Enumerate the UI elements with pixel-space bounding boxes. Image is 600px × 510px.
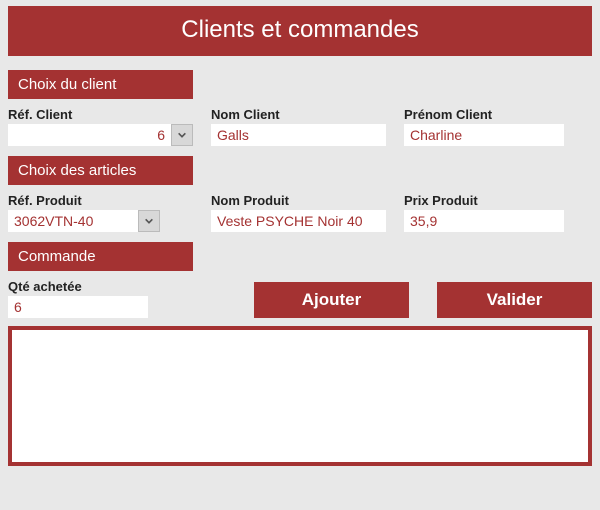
label-nom-produit: Nom Produit bbox=[211, 193, 386, 208]
label-ref-produit: Réf. Produit bbox=[8, 193, 193, 208]
nom-produit-field[interactable] bbox=[211, 210, 386, 232]
ajouter-button[interactable]: Ajouter bbox=[254, 282, 409, 318]
output-panel bbox=[8, 326, 592, 466]
label-qte-achetee: Qté achetée bbox=[8, 279, 148, 294]
page-title: Clients et commandes bbox=[8, 6, 592, 56]
section-header-commande: Commande bbox=[8, 242, 193, 271]
prenom-client-field[interactable] bbox=[404, 124, 564, 146]
section-header-client: Choix du client bbox=[8, 70, 193, 99]
valider-button[interactable]: Valider bbox=[437, 282, 592, 318]
section-header-articles: Choix des articles bbox=[8, 156, 193, 185]
prix-produit-field[interactable] bbox=[404, 210, 564, 232]
nom-client-field[interactable] bbox=[211, 124, 386, 146]
ref-produit-select[interactable] bbox=[8, 210, 138, 232]
qte-achetee-field[interactable] bbox=[8, 296, 148, 318]
label-ref-client: Réf. Client bbox=[8, 107, 193, 122]
label-prenom-client: Prénom Client bbox=[404, 107, 564, 122]
chevron-down-icon[interactable] bbox=[138, 210, 160, 232]
chevron-down-icon[interactable] bbox=[171, 124, 193, 146]
label-nom-client: Nom Client bbox=[211, 107, 386, 122]
label-prix-produit: Prix Produit bbox=[404, 193, 564, 208]
ref-client-select[interactable] bbox=[8, 124, 171, 146]
